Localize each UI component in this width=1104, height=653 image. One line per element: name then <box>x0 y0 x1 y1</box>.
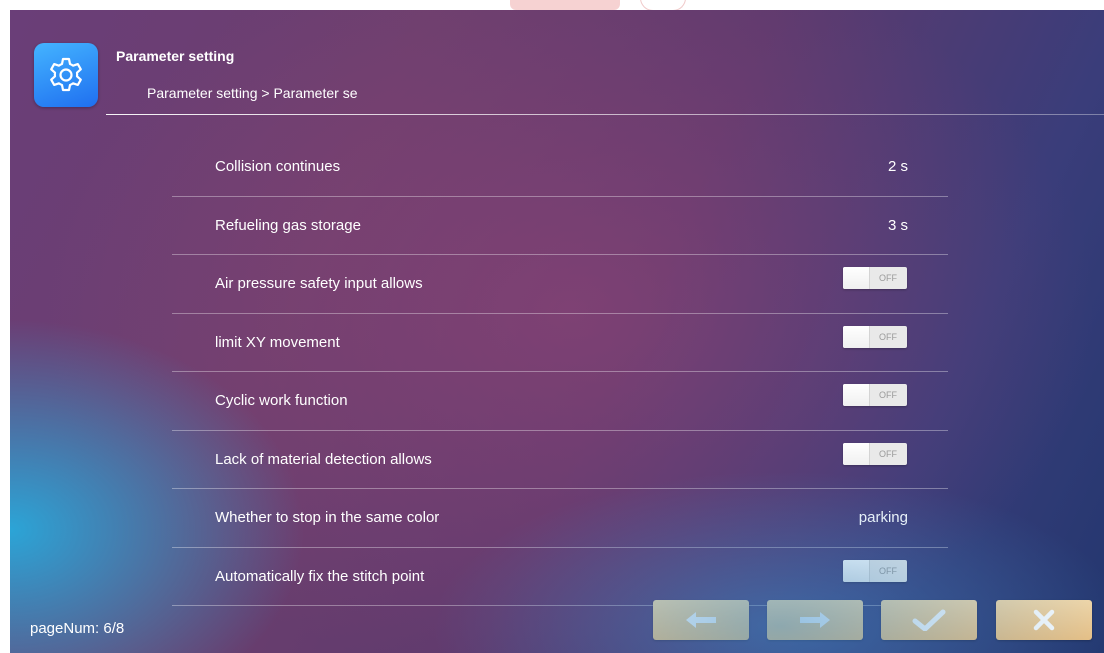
param-value[interactable]: 2 s <box>888 158 908 175</box>
previous-page-button[interactable] <box>653 600 749 640</box>
param-label: limit XY movement <box>215 333 340 351</box>
header-divider <box>106 114 1104 115</box>
param-label: Refueling gas storage <box>215 216 361 234</box>
toggle-switch[interactable]: OFF <box>843 559 907 582</box>
close-button[interactable] <box>996 600 1092 640</box>
param-row-stop-same-color[interactable]: Whether to stop in the same color parkin… <box>172 489 948 548</box>
toggle-switch[interactable]: OFF <box>843 325 907 348</box>
param-label: Whether to stop in the same color <box>215 509 440 526</box>
toggle-switch[interactable]: OFF <box>843 384 907 406</box>
arrow-left-icon <box>686 612 716 628</box>
param-label: Lack of material detection allows <box>215 450 432 468</box>
param-label: Collision continues <box>215 158 341 175</box>
arrow-right-icon <box>800 612 830 628</box>
page-number: pageNum: 6/8 <box>30 620 125 637</box>
param-row-fix-stitch-point[interactable]: Automatically fix the stitch point OFF <box>172 548 948 606</box>
top-decoration <box>510 0 620 10</box>
toggle-knob <box>843 559 870 582</box>
param-row-collision-continues[interactable]: Collision continues 2 s <box>172 138 948 197</box>
gear-icon <box>50 57 82 92</box>
toggle-knob <box>843 384 870 406</box>
param-label: Air pressure safety input allows <box>215 275 423 292</box>
param-value[interactable]: 3 s <box>888 217 908 234</box>
toggle-knob <box>843 442 870 465</box>
page-title: Parameter setting <box>116 48 235 64</box>
toggle-knob <box>843 267 870 289</box>
toggle-knob <box>843 325 870 348</box>
check-icon <box>912 609 946 631</box>
toggle-switch[interactable]: OFF <box>843 442 907 465</box>
toggle-state: OFF <box>879 565 897 576</box>
parameter-list: Collision continues 2 s Refueling gas st… <box>172 138 948 606</box>
param-label: Automatically fix the stitch point <box>215 567 425 585</box>
parameter-screen: Parameter setting Parameter setting > Pa… <box>10 10 1104 653</box>
breadcrumb: Parameter setting > Parameter se <box>147 85 358 101</box>
param-row-refueling-gas-storage[interactable]: Refueling gas storage 3 s <box>172 197 948 255</box>
param-value[interactable]: parking <box>859 509 908 526</box>
param-row-air-pressure-safety[interactable]: Air pressure safety input allows OFF <box>172 255 948 314</box>
param-row-limit-xy-movement[interactable]: limit XY movement OFF <box>172 314 948 372</box>
toggle-state: OFF <box>879 331 897 342</box>
toggle-state: OFF <box>879 390 897 400</box>
param-row-lack-of-material[interactable]: Lack of material detection allows OFF <box>172 431 948 489</box>
toggle-state: OFF <box>879 273 897 283</box>
confirm-button[interactable] <box>881 600 977 640</box>
param-label: Cyclic work function <box>215 392 348 409</box>
toggle-state: OFF <box>879 448 897 459</box>
settings-app-icon[interactable] <box>34 43 98 107</box>
next-page-button[interactable] <box>767 600 863 640</box>
toggle-switch[interactable]: OFF <box>843 267 907 289</box>
close-icon <box>1033 609 1055 631</box>
param-row-cyclic-work[interactable]: Cyclic work function OFF <box>172 372 948 431</box>
